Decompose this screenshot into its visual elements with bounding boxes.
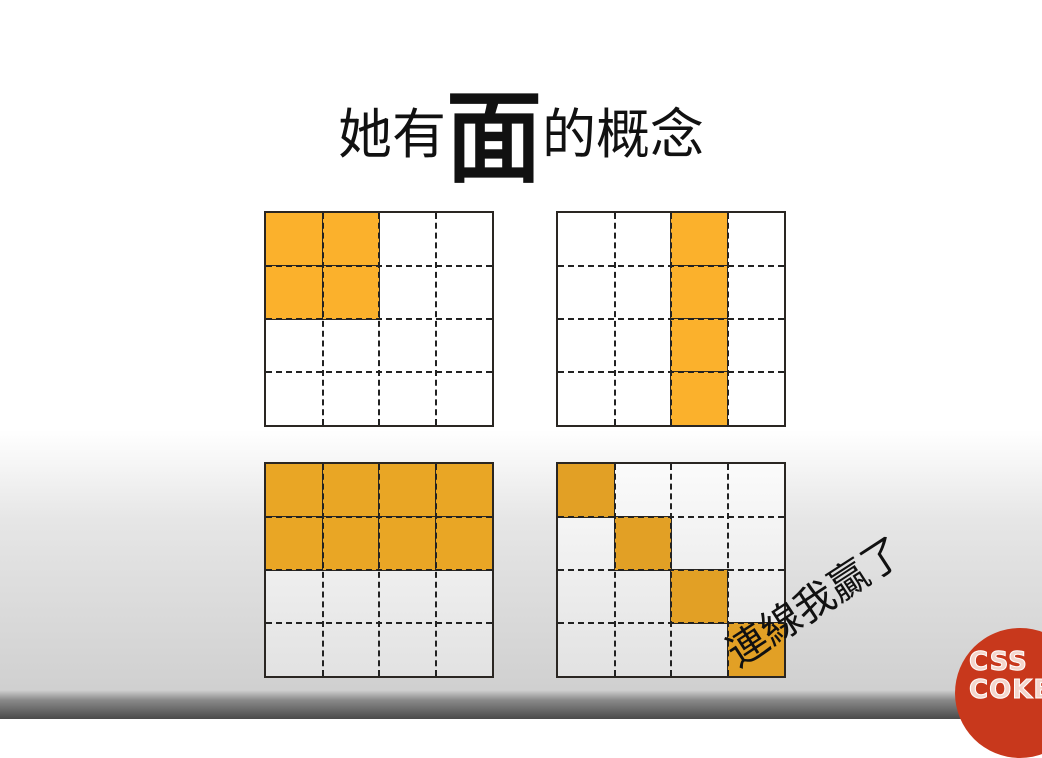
- filled-cell: [670, 371, 728, 426]
- grid-line-horizontal: [558, 371, 784, 373]
- grid-line-horizontal: [266, 371, 492, 373]
- title-after: 的概念: [542, 103, 704, 166]
- filled-cell: [670, 318, 728, 373]
- filled-cell: [265, 516, 323, 571]
- filled-cell: [557, 463, 615, 518]
- slide-title: 她有面的概念: [0, 60, 1042, 199]
- filled-cell: [378, 516, 436, 571]
- filled-cell: [321, 516, 380, 571]
- filled-cell: [434, 516, 493, 571]
- grid-line-horizontal: [558, 318, 784, 320]
- filled-cell: [321, 212, 380, 267]
- filled-cell: [670, 265, 728, 320]
- bottom-left-grid: [264, 462, 494, 678]
- filled-cell: [670, 569, 728, 624]
- title-before: 她有: [338, 103, 446, 166]
- filled-cell: [265, 265, 323, 320]
- channel-logo: CSSCOKE: [955, 628, 1042, 758]
- grid-line-horizontal: [558, 265, 784, 267]
- filled-cell: [378, 463, 436, 518]
- filled-cell: [265, 463, 323, 518]
- logo-text: CSSCOKE: [968, 647, 1042, 705]
- filled-cell: [434, 463, 493, 518]
- grid-line-horizontal: [266, 569, 492, 571]
- grid-line-horizontal: [558, 569, 784, 571]
- grid-line-horizontal: [266, 622, 492, 624]
- top-left-grid: [264, 211, 494, 427]
- filled-cell: [613, 516, 672, 571]
- filled-cell: [670, 212, 728, 267]
- filled-cell: [265, 212, 323, 267]
- grid-line-horizontal: [266, 318, 492, 320]
- filled-cell: [321, 463, 380, 518]
- top-right-grid: [556, 211, 786, 427]
- filled-cell: [321, 265, 380, 320]
- title-emphasis: 面: [446, 78, 542, 198]
- grid-line-horizontal: [266, 516, 492, 518]
- grid-line-horizontal: [266, 265, 492, 267]
- grid-line-horizontal: [558, 516, 784, 518]
